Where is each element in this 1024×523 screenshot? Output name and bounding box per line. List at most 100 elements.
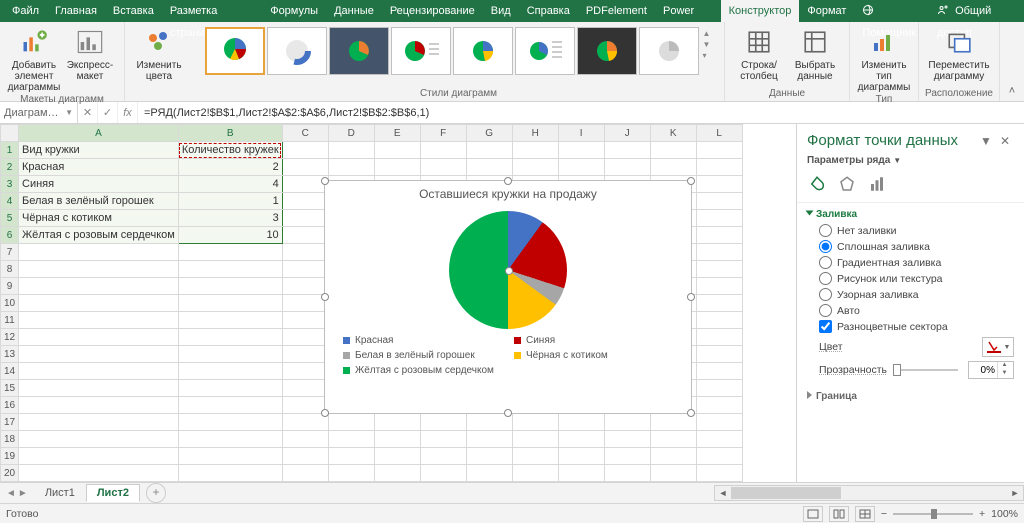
cell[interactable] (512, 142, 558, 159)
cell[interactable]: 3 (178, 210, 282, 227)
chart-style-5[interactable] (453, 27, 513, 75)
col-header-I[interactable]: I (558, 125, 604, 142)
chart-style-3[interactable] (329, 27, 389, 75)
col-header-K[interactable]: K (650, 125, 696, 142)
cell[interactable] (282, 414, 328, 431)
horizontal-scrollbar[interactable]: ◄ ► (714, 485, 1024, 501)
col-header-H[interactable]: H (512, 125, 558, 142)
cell[interactable] (178, 295, 282, 312)
cell[interactable] (374, 465, 420, 482)
resize-handle[interactable] (687, 409, 695, 417)
cell[interactable] (604, 142, 650, 159)
cell[interactable] (178, 278, 282, 295)
cell[interactable] (374, 431, 420, 448)
cell[interactable] (282, 227, 328, 244)
cell[interactable] (19, 363, 179, 380)
row-header[interactable]: 5 (1, 210, 19, 227)
cell[interactable] (178, 346, 282, 363)
cell[interactable] (420, 448, 466, 465)
zoom-in-button[interactable]: + (979, 508, 985, 520)
cell[interactable] (374, 142, 420, 159)
cell[interactable] (696, 193, 742, 210)
collapse-ribbon-button[interactable]: ˄ (1000, 22, 1024, 101)
cell[interactable] (420, 465, 466, 482)
sheet-tab-1[interactable]: Лист1 (34, 484, 86, 502)
cell[interactable] (696, 278, 742, 295)
cell[interactable] (374, 159, 420, 176)
col-header-L[interactable]: L (696, 125, 742, 142)
cell[interactable] (696, 159, 742, 176)
cell[interactable] (178, 244, 282, 261)
row-header[interactable]: 7 (1, 244, 19, 261)
cell[interactable] (282, 244, 328, 261)
transparency-input[interactable]: ▲▼ (968, 361, 1014, 379)
chart-object[interactable]: Оставшиеся кружки на продажу Красная Син… (324, 180, 692, 414)
cell[interactable] (19, 278, 179, 295)
cell[interactable] (19, 380, 179, 397)
switch-row-column-button[interactable]: Строка/столбец (731, 24, 787, 82)
tab-formulas[interactable]: Формулы (262, 0, 326, 22)
cell[interactable] (282, 261, 328, 278)
cell[interactable] (512, 448, 558, 465)
cell[interactable] (328, 465, 374, 482)
cell[interactable] (282, 363, 328, 380)
cell[interactable] (696, 244, 742, 261)
cell[interactable] (696, 227, 742, 244)
resize-handle[interactable] (687, 177, 695, 185)
cell[interactable] (604, 465, 650, 482)
cell[interactable] (19, 244, 179, 261)
cell[interactable] (650, 465, 696, 482)
cell[interactable] (696, 142, 742, 159)
cell[interactable] (650, 431, 696, 448)
resize-handle[interactable] (504, 177, 512, 185)
cell[interactable] (19, 397, 179, 414)
col-header-E[interactable]: E (374, 125, 420, 142)
row-header[interactable]: 8 (1, 261, 19, 278)
chart-style-8[interactable] (639, 27, 699, 75)
fill-option-gradient[interactable]: Градиентная заливка (819, 256, 1014, 269)
cell[interactable] (604, 159, 650, 176)
cell[interactable] (696, 346, 742, 363)
tab-powerpivot[interactable]: Power Pivot (655, 0, 721, 22)
cancel-formula-button[interactable]: ✕ (78, 102, 98, 123)
row-header[interactable]: 17 (1, 414, 19, 431)
cell[interactable] (650, 448, 696, 465)
move-chart-button[interactable]: Переместить диаграмму (931, 24, 987, 82)
cell[interactable] (696, 210, 742, 227)
spin-up[interactable]: ▲ (998, 362, 1011, 370)
cell[interactable] (328, 159, 374, 176)
cell[interactable] (696, 414, 742, 431)
cell[interactable] (374, 448, 420, 465)
vary-colors-checkbox[interactable]: Разноцветные сектора (819, 320, 1014, 333)
resize-handle[interactable] (321, 293, 329, 301)
legend-item[interactable]: Белая в зелёный горошек (343, 350, 502, 361)
cell[interactable]: 1 (178, 193, 282, 210)
cell[interactable] (282, 193, 328, 210)
cell[interactable]: 10 (178, 227, 282, 244)
row-header[interactable]: 18 (1, 431, 19, 448)
cell[interactable] (374, 414, 420, 431)
cell[interactable] (696, 431, 742, 448)
cell[interactable] (512, 465, 558, 482)
row-header[interactable]: 3 (1, 176, 19, 193)
cell[interactable] (466, 159, 512, 176)
cell[interactable] (696, 380, 742, 397)
col-header-D[interactable]: D (328, 125, 374, 142)
cell[interactable]: Количество кружек (178, 142, 282, 159)
cell[interactable] (650, 142, 696, 159)
page-layout-view-button[interactable] (829, 506, 849, 522)
cell[interactable] (282, 380, 328, 397)
cell[interactable] (282, 142, 328, 159)
col-header-A[interactable]: A (19, 125, 179, 142)
cell[interactable] (19, 329, 179, 346)
chart-style-6[interactable] (515, 27, 575, 75)
cell[interactable]: 2 (178, 159, 282, 176)
cell[interactable] (178, 312, 282, 329)
formula-input[interactable]: =РЯД(Лист2!$B$1,Лист2!$A$2:$A$6,Лист2!$B… (138, 102, 1024, 123)
cell[interactable] (604, 431, 650, 448)
change-colors-button[interactable]: Изменить цвета (131, 24, 187, 82)
row-header[interactable]: 15 (1, 380, 19, 397)
chart-style-4[interactable] (391, 27, 451, 75)
cell[interactable] (558, 414, 604, 431)
cell[interactable] (466, 448, 512, 465)
